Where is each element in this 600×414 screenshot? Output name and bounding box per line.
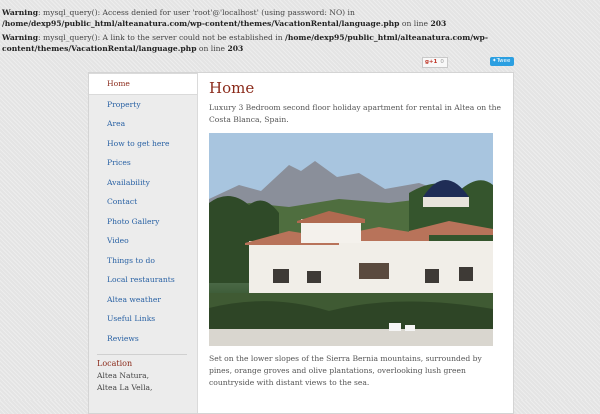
property-photo — [209, 133, 493, 346]
warning-message: : mysql_query(): A link to the server co… — [38, 33, 286, 42]
warning-line-number: 203 — [227, 43, 244, 53]
warning-path: /home/dexp95/public_html/alteanatura.com… — [2, 18, 400, 28]
warning-line-number: 203 — [430, 18, 447, 28]
location-line: Altea Natura, — [97, 371, 150, 380]
nav-item-home[interactable]: Home — [89, 73, 197, 95]
intro-text: Luxury 3 Bedroom second floor holiday ap… — [209, 103, 502, 124]
main-content: Home Luxury 3 Bedroom second floor holid… — [209, 79, 501, 389]
google-plus-button[interactable]: g+1 0 — [422, 57, 448, 68]
page-title: Home — [209, 79, 255, 97]
warning-label: Warning — [2, 8, 39, 17]
warning-line-text: on line — [196, 43, 228, 53]
nav-item-local-restaurants[interactable]: Local restaurants — [89, 270, 197, 290]
villa-illustration — [209, 133, 493, 346]
location-line: Altea La Vella, — [97, 383, 153, 392]
tweet-button[interactable]: ✦Twee — [490, 57, 514, 66]
warning-line-text: on line — [399, 18, 431, 28]
nav-item-useful-links[interactable]: Useful Links — [89, 309, 197, 329]
page-frame: Home Property Area How to get here Price… — [88, 72, 514, 414]
nav-item-prices[interactable]: Prices — [89, 153, 197, 173]
php-warning: Warning: mysql_query(): Access denied fo… — [2, 8, 502, 29]
sidebar-divider — [97, 354, 187, 355]
photo-caption: Set on the lower slopes of the Sierra Be… — [209, 354, 482, 387]
nav-item-area[interactable]: Area — [89, 114, 197, 134]
nav-item-contact[interactable]: Contact — [89, 192, 197, 212]
nav-item-reviews[interactable]: Reviews — [89, 329, 197, 349]
nav-item-things-to-do[interactable]: Things to do — [89, 251, 197, 271]
nav-item-video[interactable]: Video — [89, 231, 197, 251]
nav-item-property[interactable]: Property — [89, 95, 197, 115]
location-heading: Location — [97, 359, 133, 368]
php-warning: Warning: mysql_query(): A link to the se… — [2, 33, 502, 54]
google-plus-count: 0 — [440, 59, 444, 65]
warning-label: Warning — [2, 33, 39, 42]
google-plus-icon: g+1 — [425, 59, 438, 65]
tweet-label: Twee — [496, 58, 511, 64]
nav-item-altea-weather[interactable]: Altea weather — [89, 290, 197, 310]
nav-item-photo-gallery[interactable]: Photo Gallery — [89, 212, 197, 232]
nav-item-availability[interactable]: Availability — [89, 173, 197, 193]
warning-message: : mysql_query(): Access denied for user … — [38, 8, 355, 17]
sidebar-nav: Home Property Area How to get here Price… — [89, 73, 197, 348]
nav-item-how-to-get-here[interactable]: How to get here — [89, 134, 197, 154]
sidebar: Home Property Area How to get here Price… — [89, 73, 198, 413]
